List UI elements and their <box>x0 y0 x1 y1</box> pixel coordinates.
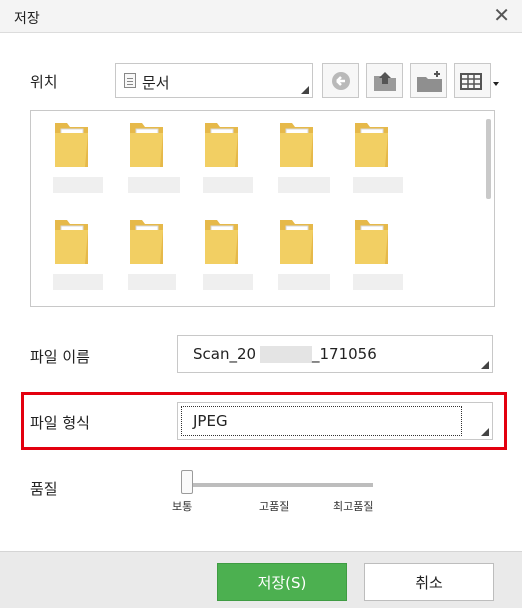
quality-tick-normal: 보통 <box>172 500 193 513</box>
filename-field[interactable]: Scan_20 _171056 <box>177 335 493 373</box>
folder-item[interactable] <box>39 117 109 207</box>
filename-redacted <box>260 346 312 363</box>
folder-item[interactable] <box>114 214 184 304</box>
folder-icon <box>130 123 163 167</box>
folder-icon <box>355 123 388 167</box>
quality-tick-best: 최고품질 <box>333 500 374 513</box>
folder-item[interactable] <box>114 117 184 207</box>
folder-icon <box>55 220 88 264</box>
folder-icon <box>205 123 238 167</box>
folder-name-redacted <box>53 274 103 290</box>
location-value: 문서 <box>142 74 170 92</box>
folder-icon <box>130 220 163 264</box>
location-dropdown[interactable]: 문서 <box>115 63 313 98</box>
folder-icon <box>205 220 238 264</box>
new-folder-icon <box>417 71 442 92</box>
folder-item[interactable] <box>339 214 409 304</box>
document-icon <box>124 73 136 88</box>
folder-item[interactable] <box>189 214 259 304</box>
scrollbar[interactable] <box>486 119 491 199</box>
dropdown-corner-icon <box>481 428 489 436</box>
back-button[interactable] <box>322 63 359 98</box>
file-list[interactable] <box>30 110 495 307</box>
format-value: JPEG <box>193 412 228 430</box>
cancel-button[interactable]: 취소 <box>364 563 494 601</box>
folder-item[interactable] <box>189 117 259 207</box>
format-label: 파일 형식 <box>30 414 90 432</box>
title-bar: 저장 ✕ <box>0 0 522 33</box>
folder-name-redacted <box>353 177 403 193</box>
folder-icon <box>55 123 88 167</box>
folder-item[interactable] <box>264 117 334 207</box>
folder-name-redacted <box>128 177 180 193</box>
save-button[interactable]: 저장(S) <box>217 563 347 601</box>
format-dropdown[interactable]: JPEG <box>177 402 493 440</box>
folder-name-redacted <box>203 177 253 193</box>
filename-value-suffix: _171056 <box>312 345 377 363</box>
dialog-title: 저장 <box>14 11 40 27</box>
view-menu-icon <box>460 73 482 90</box>
view-menu-button[interactable] <box>454 63 491 98</box>
up-folder-icon <box>374 72 396 91</box>
folder-icon <box>280 123 313 167</box>
view-menu-arrow-icon[interactable] <box>493 82 499 86</box>
folder-name-redacted <box>53 177 103 193</box>
folder-icon <box>355 220 388 264</box>
folder-name-redacted <box>353 274 403 290</box>
back-icon <box>332 72 350 90</box>
filename-label: 파일 이름 <box>30 348 90 366</box>
location-label: 위치 <box>30 73 58 91</box>
folder-name-redacted <box>203 274 253 290</box>
folder-item[interactable] <box>264 214 334 304</box>
quality-slider-thumb[interactable] <box>181 470 193 494</box>
folder-icon <box>280 220 313 264</box>
dropdown-corner-icon <box>301 86 309 94</box>
filename-value-prefix: Scan_20 <box>193 345 257 363</box>
dropdown-corner-icon <box>481 361 489 369</box>
new-folder-button[interactable] <box>410 63 447 98</box>
folder-item[interactable] <box>39 214 109 304</box>
quality-tick-high: 고품질 <box>259 500 290 513</box>
folder-name-redacted <box>278 274 330 290</box>
quality-label: 품질 <box>30 480 58 498</box>
folder-item[interactable] <box>339 117 409 207</box>
close-icon[interactable]: ✕ <box>493 4 510 26</box>
quality-slider-track[interactable] <box>186 483 373 487</box>
up-folder-button[interactable] <box>366 63 403 98</box>
folder-name-redacted <box>128 274 176 290</box>
folder-name-redacted <box>278 177 330 193</box>
